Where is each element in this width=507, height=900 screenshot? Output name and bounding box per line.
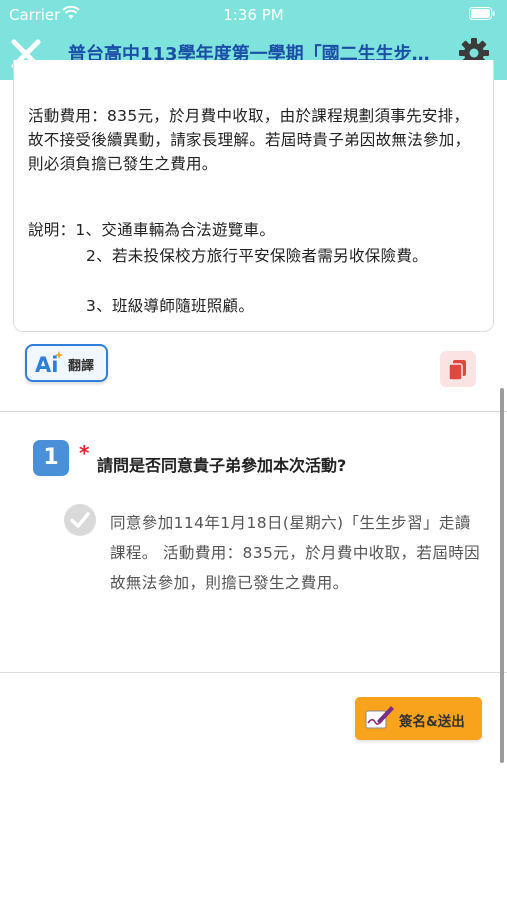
- battery-icon: [469, 7, 495, 20]
- svg-text:Ai: Ai: [35, 353, 58, 376]
- sign-submit-button[interactable]: 簽名&送出: [355, 697, 482, 740]
- copy-button[interactable]: [440, 351, 476, 387]
- translate-label: 翻譯: [68, 359, 95, 374]
- status-time: 1:36 PM: [223, 6, 284, 24]
- activity-detail-card: 活動費用：835元，於月費中收取，由於課程規劃須事先安排，故不接受後續異動，請家…: [13, 60, 494, 332]
- signature-pen-icon: [365, 706, 394, 729]
- scrollbar[interactable]: [500, 388, 504, 763]
- submit-label: 簽名&送出: [399, 714, 465, 730]
- copy-icon: [448, 360, 466, 381]
- note-line-1: 說明：1、交通車輛為合法遊覽車。: [28, 221, 276, 239]
- divider: [0, 411, 507, 412]
- consent-option-text[interactable]: 同意參加114年1月18日(星期六)「生生步習」走讀課程。 活動費用：835元，…: [110, 508, 480, 598]
- question-text: 請問是否同意貴子弟參加本次活動?: [97, 456, 347, 475]
- question-number-badge: 1: [33, 440, 69, 476]
- ai-translate-icon: Ai: [35, 351, 63, 376]
- checkmark-icon[interactable]: [63, 503, 97, 537]
- status-bar: Carrier 1:36 PM: [0, 0, 507, 28]
- fee-paragraph: 活動費用：835元，於月費中收取，由於課程規劃須事先安排，故不接受後續異動，請家…: [28, 107, 471, 173]
- divider: [0, 672, 507, 673]
- note-line-3: 3、班級導師隨班照顧。: [86, 297, 255, 315]
- required-mark: *: [79, 441, 90, 465]
- note-line-2: 2、若未投保校方旅行平安保險者需另收保險費。: [86, 247, 428, 265]
- translate-button[interactable]: Ai 翻譯: [25, 344, 108, 382]
